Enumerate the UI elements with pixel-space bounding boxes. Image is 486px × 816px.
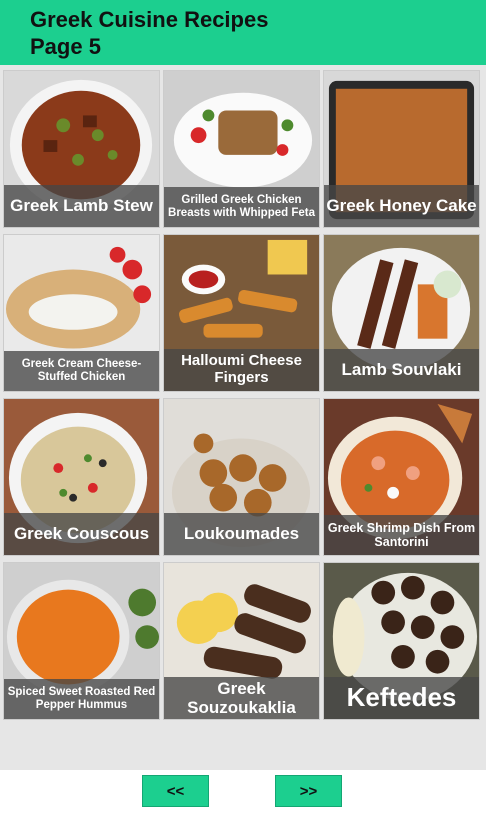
recipe-tile-loukoumades[interactable]: Loukoumades	[163, 398, 320, 556]
recipe-tile-keftedes[interactable]: Keftedes	[323, 562, 480, 720]
recipe-tile-halloumi-cheese-fingers[interactable]: Halloumi Cheese Fingers	[163, 234, 320, 392]
page-number: Page 5	[30, 34, 101, 59]
page-title: Greek Cuisine Recipes	[30, 7, 269, 32]
recipe-title: Halloumi Cheese Fingers	[164, 349, 319, 391]
recipe-grid-area: Greek Lamb Stew Grilled Greek Chicken Br…	[0, 65, 486, 770]
pagination-bar: << >>	[0, 770, 486, 816]
recipe-title: Greek Lamb Stew	[4, 185, 159, 227]
recipe-title: Greek Souzoukaklia	[164, 677, 319, 719]
recipe-title: Greek Shrimp Dish From Santorini	[324, 515, 479, 555]
recipe-tile-red-pepper-hummus[interactable]: Spiced Sweet Roasted Red Pepper Hummus	[3, 562, 160, 720]
recipe-title: Greek Honey Cake	[324, 185, 479, 227]
recipe-title: Lamb Souvlaki	[324, 349, 479, 391]
recipe-title: Greek Cream Cheese-Stuffed Chicken	[4, 351, 159, 391]
recipe-title: Loukoumades	[164, 513, 319, 555]
recipe-tile-greek-souzoukaklia[interactable]: Greek Souzoukaklia	[163, 562, 320, 720]
recipe-tile-grilled-greek-chicken[interactable]: Grilled Greek Chicken Breasts with Whipp…	[163, 70, 320, 228]
recipe-tile-greek-couscous[interactable]: Greek Couscous	[3, 398, 160, 556]
recipe-tile-greek-lamb-stew[interactable]: Greek Lamb Stew	[3, 70, 160, 228]
recipe-grid: Greek Lamb Stew Grilled Greek Chicken Br…	[3, 70, 480, 720]
app-header: Greek Cuisine Recipes Page 5	[0, 0, 486, 65]
previous-page-button[interactable]: <<	[142, 775, 209, 807]
recipe-tile-greek-cream-cheese-chicken[interactable]: Greek Cream Cheese-Stuffed Chicken	[3, 234, 160, 392]
recipe-tile-greek-shrimp-santorini[interactable]: Greek Shrimp Dish From Santorini	[323, 398, 480, 556]
recipe-title: Keftedes	[324, 677, 479, 719]
recipe-title: Greek Couscous	[4, 513, 159, 555]
recipe-title: Spiced Sweet Roasted Red Pepper Hummus	[4, 679, 159, 719]
next-page-button[interactable]: >>	[275, 775, 342, 807]
recipe-title: Grilled Greek Chicken Breasts with Whipp…	[164, 187, 319, 227]
recipe-tile-lamb-souvlaki[interactable]: Lamb Souvlaki	[323, 234, 480, 392]
recipe-tile-greek-honey-cake[interactable]: Greek Honey Cake	[323, 70, 480, 228]
